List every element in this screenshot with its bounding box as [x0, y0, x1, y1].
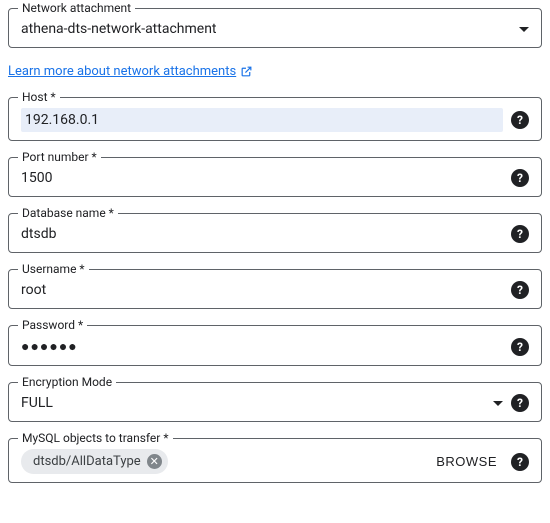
port-label: Port number * [18, 150, 101, 164]
chip-text: dtsdb/AllDataType [33, 454, 141, 469]
help-icon[interactable]: ? [511, 111, 529, 129]
password-label: Password * [18, 318, 87, 332]
close-icon[interactable]: ✕ [147, 454, 162, 469]
encryption-field[interactable]: Encryption Mode FULL ? [8, 382, 542, 422]
database-input[interactable]: dtsdb [21, 224, 503, 244]
help-icon[interactable]: ? [511, 225, 529, 243]
learn-more-link[interactable]: Learn more about network attachments [8, 64, 253, 79]
help-icon[interactable]: ? [511, 453, 529, 471]
database-label: Database name * [18, 206, 118, 220]
help-icon[interactable]: ? [511, 281, 529, 299]
host-label: Host * [18, 90, 60, 104]
password-input[interactable]: ●●●●●● [21, 336, 503, 357]
help-icon[interactable]: ? [511, 169, 529, 187]
mysql-objects-label: MySQL objects to transfer * [18, 431, 173, 445]
network-attachment-label: Network attachment [18, 1, 135, 15]
chip-container: dtsdb/AllDataType ✕ [21, 449, 430, 474]
help-icon[interactable]: ? [511, 394, 529, 412]
mysql-objects-field[interactable]: MySQL objects to transfer * dtsdb/AllDat… [8, 438, 542, 483]
network-attachment-value: athena-dts-network-attachment [21, 19, 511, 39]
port-input[interactable]: 1500 [21, 168, 503, 188]
database-field[interactable]: Database name * dtsdb ? [8, 213, 542, 253]
external-link-icon [240, 65, 253, 78]
username-label: Username * [18, 262, 89, 276]
host-input[interactable]: 192.168.0.1 [21, 108, 503, 132]
object-chip[interactable]: dtsdb/AllDataType ✕ [21, 449, 168, 474]
encryption-label: Encryption Mode [18, 375, 116, 389]
browse-button[interactable]: BROWSE [430, 450, 503, 473]
username-field[interactable]: Username * root ? [8, 269, 542, 309]
username-input[interactable]: root [21, 280, 503, 300]
help-icon[interactable]: ? [511, 338, 529, 356]
encryption-value: FULL [21, 393, 485, 413]
chevron-down-icon[interactable] [519, 27, 529, 32]
password-field[interactable]: Password * ●●●●●● ? [8, 325, 542, 366]
network-attachment-field[interactable]: Network attachment athena-dts-network-at… [8, 8, 542, 48]
port-field[interactable]: Port number * 1500 ? [8, 157, 542, 197]
chevron-down-icon[interactable] [493, 401, 503, 406]
learn-more-text: Learn more about network attachments [8, 64, 236, 79]
host-field[interactable]: Host * 192.168.0.1 ? [8, 97, 542, 141]
learn-more-row: Learn more about network attachments [8, 64, 542, 79]
